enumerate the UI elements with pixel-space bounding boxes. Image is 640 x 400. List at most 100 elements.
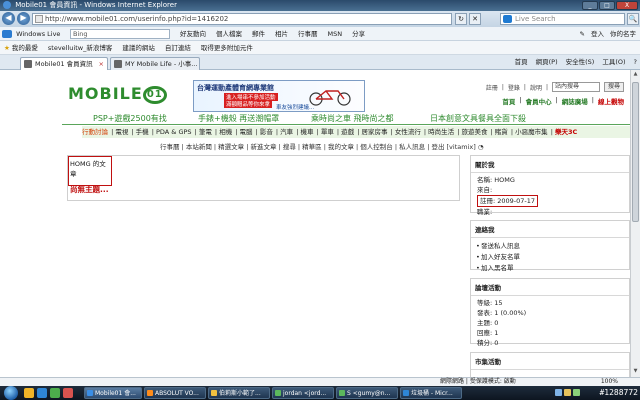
- live-item-photos[interactable]: 相片: [275, 27, 288, 41]
- live-item-mail[interactable]: 郵件: [252, 27, 265, 41]
- search-go-button[interactable]: 🔍: [627, 13, 639, 25]
- taskbar-recycle[interactable]: 垃圾桶 - Micr...: [400, 387, 462, 399]
- subnav-calendar[interactable]: 行事曆: [160, 143, 180, 151]
- promo-fashion-car[interactable]: 乘時尚之車 飛時尚之都: [311, 113, 394, 124]
- live-item-profile[interactable]: 個人檔案: [216, 27, 242, 41]
- help-link[interactable]: 說明: [530, 83, 542, 92]
- taskbar-absolut[interactable]: ABSOLUT VO...: [144, 387, 206, 399]
- cat-notebook[interactable]: 筆電: [199, 128, 212, 136]
- quick-launch-media-icon[interactable]: [50, 388, 60, 398]
- refresh-icon[interactable]: ↻: [455, 13, 467, 25]
- vertical-scrollbar[interactable]: ▲ ▼: [630, 70, 640, 377]
- bing-search-input[interactable]: Bing: [70, 29, 170, 39]
- tab-mobile01-member[interactable]: Mobile01 會員資訊 ×: [20, 57, 108, 70]
- windows-live-brand[interactable]: Windows Live: [2, 27, 60, 41]
- tab-my-mobile-life[interactable]: MY Mobile Life - 小事...: [110, 57, 200, 70]
- home-button[interactable]: 首頁: [515, 57, 528, 68]
- member-center-link[interactable]: 會員中心: [526, 96, 552, 106]
- cat-car[interactable]: 汽車: [280, 128, 293, 136]
- site-search-button[interactable]: 搜尋: [603, 82, 624, 92]
- subnav-highlights[interactable]: 精華區: [302, 143, 322, 151]
- safety-menu[interactable]: 安全性(S): [566, 57, 595, 68]
- maximize-button[interactable]: □: [599, 1, 615, 10]
- quick-launch-ie-icon[interactable]: [37, 388, 47, 398]
- url-field[interactable]: http://www.mobile01.com/userinfo.php?id=…: [32, 13, 452, 25]
- quick-launch-folder-icon[interactable]: [24, 388, 34, 398]
- cat-computer[interactable]: 電腦: [240, 128, 253, 136]
- scroll-thumb[interactable]: [632, 82, 639, 222]
- subnav-my-articles[interactable]: 我的文章: [328, 143, 354, 151]
- tray-volume-icon[interactable]: [564, 389, 571, 396]
- cat-home[interactable]: 居家房事: [361, 128, 387, 136]
- home-link[interactable]: 首頁: [502, 96, 515, 106]
- send-pm-link[interactable]: 發送私人訊息: [471, 241, 629, 252]
- tray-app-icon[interactable]: [573, 389, 580, 396]
- online-shop-link[interactable]: 線上觀物: [598, 96, 624, 106]
- scroll-down-arrow[interactable]: ▼: [632, 368, 639, 376]
- minimize-button[interactable]: _: [582, 1, 598, 10]
- promo-stationery[interactable]: 日本創意文具餐具全面下殺: [430, 113, 526, 124]
- taskbar-jordan[interactable]: jordan <jord...: [272, 387, 334, 399]
- subnav-private-messages[interactable]: 私人訊息: [399, 143, 425, 151]
- login-link[interactable]: 登錄: [508, 83, 520, 92]
- subnav-logout[interactable]: 登出 [vitamix]: [431, 143, 475, 151]
- subnav-news[interactable]: 本站新聞: [186, 143, 212, 151]
- mobile01-logo[interactable]: MOBILE 01: [68, 84, 167, 104]
- cat-gadgets[interactable]: 賭貨: [495, 128, 508, 136]
- promo-psp[interactable]: PSP+遊戲2500有找: [93, 113, 167, 124]
- live-item-friends[interactable]: 好友動向: [180, 27, 206, 41]
- live-item-calendar[interactable]: 行事曆: [298, 27, 318, 41]
- forward-button[interactable]: ▶: [17, 12, 30, 25]
- live-search-input[interactable]: Live Search: [500, 13, 625, 25]
- live-item-msn[interactable]: MSN: [328, 27, 343, 41]
- your-name-link[interactable]: 你的名字: [610, 27, 636, 41]
- add-blacklist-link[interactable]: 加入黑名單: [471, 263, 629, 274]
- add-friend-link[interactable]: 加入好友名單: [471, 252, 629, 263]
- cat-mobile-discussion[interactable]: 行動討論: [82, 128, 108, 136]
- ad-banner[interactable]: 台灣運動產體育網專業館 進入場串不參加活動 滿額贈品等你來拿 車友強烈建議...: [193, 80, 365, 112]
- cat-motorcycle[interactable]: 機車: [301, 128, 314, 136]
- scroll-up-arrow[interactable]: ▲: [632, 71, 639, 79]
- fav-item-blog[interactable]: stevelluitw_新浪博客: [48, 41, 112, 54]
- taskbar-gumy[interactable]: S <gumy@n...: [336, 387, 398, 399]
- cat-camera[interactable]: 相機: [219, 128, 232, 136]
- cat-travel[interactable]: 旅遊美食: [461, 128, 487, 136]
- help-menu[interactable]: ?: [634, 57, 637, 68]
- cat-av[interactable]: 影音: [260, 128, 273, 136]
- cat-games[interactable]: 遊戲: [341, 128, 354, 136]
- cat-rakuten-3c[interactable]: 樂天3C: [555, 128, 577, 136]
- zoom-level[interactable]: 100%: [601, 378, 618, 386]
- favorites-button[interactable]: ★ 我的最愛: [4, 41, 38, 54]
- taskbar-mobile01[interactable]: Mobile01 會...: [84, 387, 142, 399]
- cat-bicycle[interactable]: 單車: [321, 128, 334, 136]
- signin-link[interactable]: 登入: [591, 27, 604, 41]
- live-item-share[interactable]: 分享: [352, 27, 365, 41]
- tab-close-icon[interactable]: ×: [99, 58, 104, 70]
- back-button[interactable]: ◀: [2, 12, 15, 25]
- cat-market[interactable]: 小惡魔市集: [515, 128, 548, 136]
- cat-tv[interactable]: 電視: [115, 128, 128, 136]
- subnav-search[interactable]: 搜尋: [283, 143, 296, 151]
- cat-lifestyle[interactable]: 時尚生活: [428, 128, 454, 136]
- register-link[interactable]: 註冊: [486, 83, 498, 92]
- tools-menu[interactable]: 工具(O): [602, 57, 625, 68]
- quick-launch-app-icon[interactable]: [63, 388, 73, 398]
- cat-phone[interactable]: 手機: [136, 128, 149, 136]
- fav-item-addons[interactable]: 取得更多附加元件: [201, 41, 253, 54]
- close-button[interactable]: X: [616, 1, 638, 10]
- cat-women[interactable]: 女性流行: [395, 128, 421, 136]
- pencil-icon[interactable]: ✎: [580, 27, 585, 41]
- subnav-control-panel[interactable]: 個人控制台: [360, 143, 393, 151]
- tray-network-icon[interactable]: [555, 389, 562, 396]
- fav-item-suggested[interactable]: 建議的網站: [122, 41, 155, 54]
- page-menu[interactable]: 網頁(P): [536, 57, 558, 68]
- cat-pda-gps[interactable]: PDA & GPS: [156, 128, 192, 136]
- site-search-input[interactable]: 站內搜尋: [551, 82, 600, 92]
- fav-item-custom-links[interactable]: 自訂連結: [165, 41, 191, 54]
- promo-watch[interactable]: 手錶+機殼 再送潮帽罩: [198, 113, 279, 124]
- subnav-featured[interactable]: 精選文章: [218, 143, 244, 151]
- stop-icon[interactable]: ✕: [469, 13, 481, 25]
- subnav-new-articles[interactable]: 新進文章: [250, 143, 276, 151]
- blog-plaza-link[interactable]: 網誌廣場: [562, 96, 588, 106]
- start-button[interactable]: [4, 386, 18, 400]
